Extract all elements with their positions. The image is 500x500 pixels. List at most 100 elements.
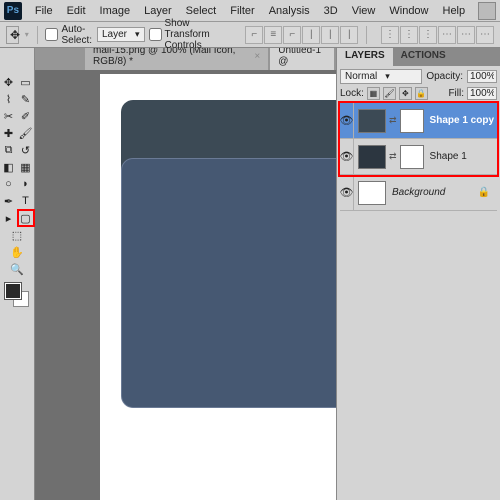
visibility-toggle-icon[interactable]: 👁 [340, 175, 354, 211]
align-bottom-icon[interactable]: ⌐ [283, 26, 301, 44]
close-tab-icon[interactable]: × [254, 51, 260, 62]
color-swatch[interactable] [5, 283, 29, 307]
align-right-icon[interactable]: | [340, 26, 358, 44]
menu-help[interactable]: Help [436, 5, 473, 17]
distribute-right-icon[interactable]: ⋯ [476, 26, 494, 44]
gradient-tool[interactable]: ▦ [18, 159, 34, 175]
hand-tool[interactable]: ✋ [9, 244, 25, 260]
lock-transparency-icon[interactable]: ▦ [367, 87, 380, 100]
eraser-tool[interactable]: ◧ [1, 159, 17, 175]
layer-name[interactable]: Background [392, 187, 445, 198]
tool-preset-dropdown-icon[interactable]: ▾ [25, 30, 29, 39]
visibility-toggle-icon[interactable]: 👁 [340, 103, 354, 139]
rounded-rectangle-tool[interactable]: ▢ [18, 210, 34, 226]
eyedropper-tool[interactable]: ✐ [18, 108, 34, 124]
move-tool-icon [6, 26, 19, 44]
healing-tool[interactable]: ✚ [1, 125, 17, 141]
workspace: ✥ ▭ ⌇ ✎ ✂ ✐ ✚ 🖌 ⧉ ↺ ◧ ▦ ○ ◗ ✒ T ▸ ▢ ⬚ ✋ … [0, 48, 500, 500]
auto-select-checkbox[interactable]: Auto-Select: [45, 24, 93, 46]
menu-edit[interactable]: Edit [60, 5, 93, 17]
stamp-tool[interactable]: ⧉ [1, 142, 17, 158]
brush-tool[interactable]: 🖌 [18, 125, 34, 141]
vector-mask-link-icon[interactable]: ⇄ [389, 151, 397, 162]
blend-mode-dropdown[interactable]: Normal [340, 69, 422, 84]
document-tab-bar: mail-15.png @ 100% (Mail Icon, RGB/8) *×… [35, 48, 336, 70]
lasso-tool[interactable]: ⌇ [1, 91, 17, 107]
main-menu-bar: Ps File Edit Image Layer Select Filter A… [0, 0, 500, 22]
photoshop-logo-icon: Ps [4, 2, 22, 20]
layer-thumbnail[interactable] [358, 181, 386, 205]
menu-filter[interactable]: Filter [223, 5, 261, 17]
auto-select-label: Auto-Select: [61, 24, 93, 46]
pen-tool[interactable]: ✒ [1, 193, 17, 209]
menu-image[interactable]: Image [93, 5, 138, 17]
opacity-label: Opacity: [426, 71, 463, 82]
vector-mask-thumbnail[interactable] [400, 145, 424, 169]
3d-tool[interactable]: ⬚ [9, 227, 25, 243]
dodge-tool[interactable]: ◗ [18, 176, 34, 192]
vector-mask-thumbnail[interactable] [400, 109, 424, 133]
distribute-left-icon[interactable]: ⋯ [438, 26, 456, 44]
fill-input[interactable] [467, 87, 497, 100]
distribute-vcenter-icon[interactable]: ⋮ [400, 26, 418, 44]
distribute-bottom-icon[interactable]: ⋮ [419, 26, 437, 44]
align-left-icon[interactable]: | [302, 26, 320, 44]
menu-3d[interactable]: 3D [317, 5, 345, 17]
layer-row-shape-1-copy[interactable]: 👁 ⇄ Shape 1 copy [340, 103, 497, 139]
auto-select-target-dropdown[interactable]: Layer [97, 27, 145, 42]
fill-label: Fill: [448, 88, 464, 99]
quick-select-tool[interactable]: ✎ [18, 91, 34, 107]
menu-window[interactable]: Window [382, 5, 435, 17]
menu-view[interactable]: View [345, 5, 383, 17]
align-buttons-group: ⌐ ≡ ⌐ | | | [245, 26, 358, 44]
lock-label: Lock: [340, 88, 364, 99]
show-transform-label: Show Transform Controls [165, 18, 236, 51]
layers-panel: Normal Opacity: Lock: ▦ 🖌 ✥ 🔒 Fill: 👁 ⇄ [337, 66, 500, 500]
canvas-area: mail-15.png @ 100% (Mail Icon, RGB/8) *×… [35, 48, 336, 500]
lock-position-icon[interactable]: ✥ [399, 87, 412, 100]
foreground-color-swatch[interactable] [5, 283, 21, 299]
right-panel: LAYERS ACTIONS Normal Opacity: Lock: ▦ 🖌… [336, 48, 500, 500]
toolbox: ✥ ▭ ⌇ ✎ ✂ ✐ ✚ 🖌 ⧉ ↺ ◧ ▦ ○ ◗ ✒ T ▸ ▢ ⬚ ✋ … [0, 48, 35, 500]
document-tab-2[interactable]: Untitled-1 @ [270, 48, 334, 70]
menu-layer[interactable]: Layer [137, 5, 179, 17]
show-transform-checkbox[interactable]: Show Transform Controls [149, 18, 236, 51]
layer-thumbnail[interactable] [358, 109, 386, 133]
layers-panel-tab[interactable]: LAYERS [337, 48, 393, 66]
vector-mask-link-icon[interactable]: ⇄ [389, 115, 397, 126]
layer-row-shape-1[interactable]: 👁 ⇄ Shape 1 [340, 139, 497, 175]
lock-paint-icon[interactable]: 🖌 [383, 87, 396, 100]
move-tool[interactable]: ✥ [1, 74, 17, 90]
distribute-top-icon[interactable]: ⋮ [381, 26, 399, 44]
type-tool[interactable]: T [18, 193, 34, 209]
distribute-hcenter-icon[interactable]: ⋯ [457, 26, 475, 44]
visibility-toggle-icon[interactable]: 👁 [340, 139, 354, 175]
path-select-tool[interactable]: ▸ [1, 210, 17, 226]
layer-thumbnail[interactable] [358, 145, 386, 169]
extras-icon[interactable] [478, 2, 496, 20]
align-vcenter-icon[interactable]: ≡ [264, 26, 282, 44]
separator [37, 26, 38, 44]
separator [366, 26, 367, 44]
align-hcenter-icon[interactable]: | [321, 26, 339, 44]
lock-icon: 🔒 [478, 187, 490, 198]
layer-name[interactable]: Shape 1 copy [430, 115, 494, 126]
menu-select[interactable]: Select [179, 5, 224, 17]
align-top-icon[interactable]: ⌐ [245, 26, 263, 44]
menu-analysis[interactable]: Analysis [262, 5, 317, 17]
layer-name[interactable]: Shape 1 [430, 151, 467, 162]
blur-tool[interactable]: ○ [1, 176, 17, 192]
zoom-tool[interactable]: 🔍 [9, 261, 25, 277]
canvas-shape-1[interactable] [121, 158, 336, 408]
distribute-buttons-group: ⋮ ⋮ ⋮ ⋯ ⋯ ⋯ [381, 26, 494, 44]
actions-panel-tab[interactable]: ACTIONS [393, 48, 454, 66]
marquee-tool[interactable]: ▭ [18, 74, 34, 90]
highlighted-layers-group: 👁 ⇄ Shape 1 copy 👁 ⇄ Shape 1 [340, 103, 497, 175]
opacity-input[interactable] [467, 70, 497, 83]
lock-all-icon[interactable]: 🔒 [415, 87, 428, 100]
history-brush-tool[interactable]: ↺ [18, 142, 34, 158]
crop-tool[interactable]: ✂ [1, 108, 17, 124]
menu-file[interactable]: File [28, 5, 60, 17]
document-tab-1[interactable]: mail-15.png @ 100% (Mail Icon, RGB/8) *× [85, 48, 268, 70]
layer-row-background[interactable]: 👁 Background 🔒 [340, 175, 497, 211]
